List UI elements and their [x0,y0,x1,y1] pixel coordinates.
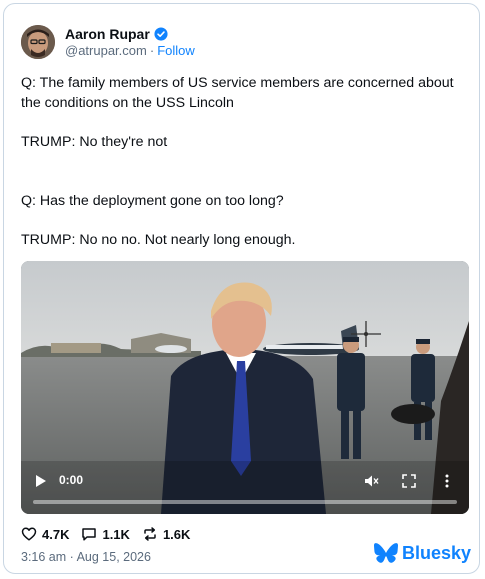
more-dots-icon[interactable] [439,473,455,489]
video-player[interactable]: 0:00 [21,261,469,514]
repost-button[interactable]: 1.6K [142,526,190,542]
verified-check-icon [154,27,168,41]
brand-name: Bluesky [402,543,472,563]
post-paragraph: TRUMP: No no no. Not nearly long enough. [21,231,296,248]
like-count: 4.7K [42,526,70,542]
butterfly-icon [374,543,398,563]
heart-icon [21,527,37,541]
play-icon[interactable] [35,474,47,488]
follow-link[interactable]: Follow [157,43,195,58]
author-name-row: Aaron Rupar [65,26,168,42]
author-avatar[interactable] [21,25,55,59]
repost-count: 1.6K [162,526,191,542]
post-paragraph: TRUMP: No they're not [21,133,168,150]
post-paragraph: Q: Has the deployment gone on too long? [21,192,284,209]
reply-button[interactable]: 1.1K [81,526,130,542]
like-button[interactable]: 4.7K [21,526,69,542]
repost-arrows-icon [144,527,156,541]
author-handle-row: @atrupar.com · Follow [65,43,195,58]
separator-dot: · [149,43,155,58]
speech-bubble-icon [82,528,97,541]
author-display-name[interactable]: Aaron Rupar [65,26,150,42]
bluesky-brand-link[interactable]: Bluesky [374,543,471,564]
video-time: 0:00 [59,473,84,487]
post-text: Q: The family members of US service memb… [21,74,461,250]
post-timestamp[interactable]: 3:16 am · Aug 15, 2026 [21,550,151,564]
fullscreen-icon[interactable] [401,473,417,489]
post-paragraph: Q: The family members of US service memb… [21,75,454,111]
video-progress-bar[interactable] [33,500,457,504]
speaker-muted-icon[interactable] [363,473,379,489]
video-controls: 0:00 [21,466,469,514]
embedded-post-card: Aaron Rupar @atrupar.com · Follow Q: The f… [3,3,480,574]
engagement-stats: 4.7K 1.1K 1.6K [21,526,202,542]
reply-count: 1.1K [102,526,130,542]
author-handle[interactable]: @atrupar.com [65,43,147,58]
